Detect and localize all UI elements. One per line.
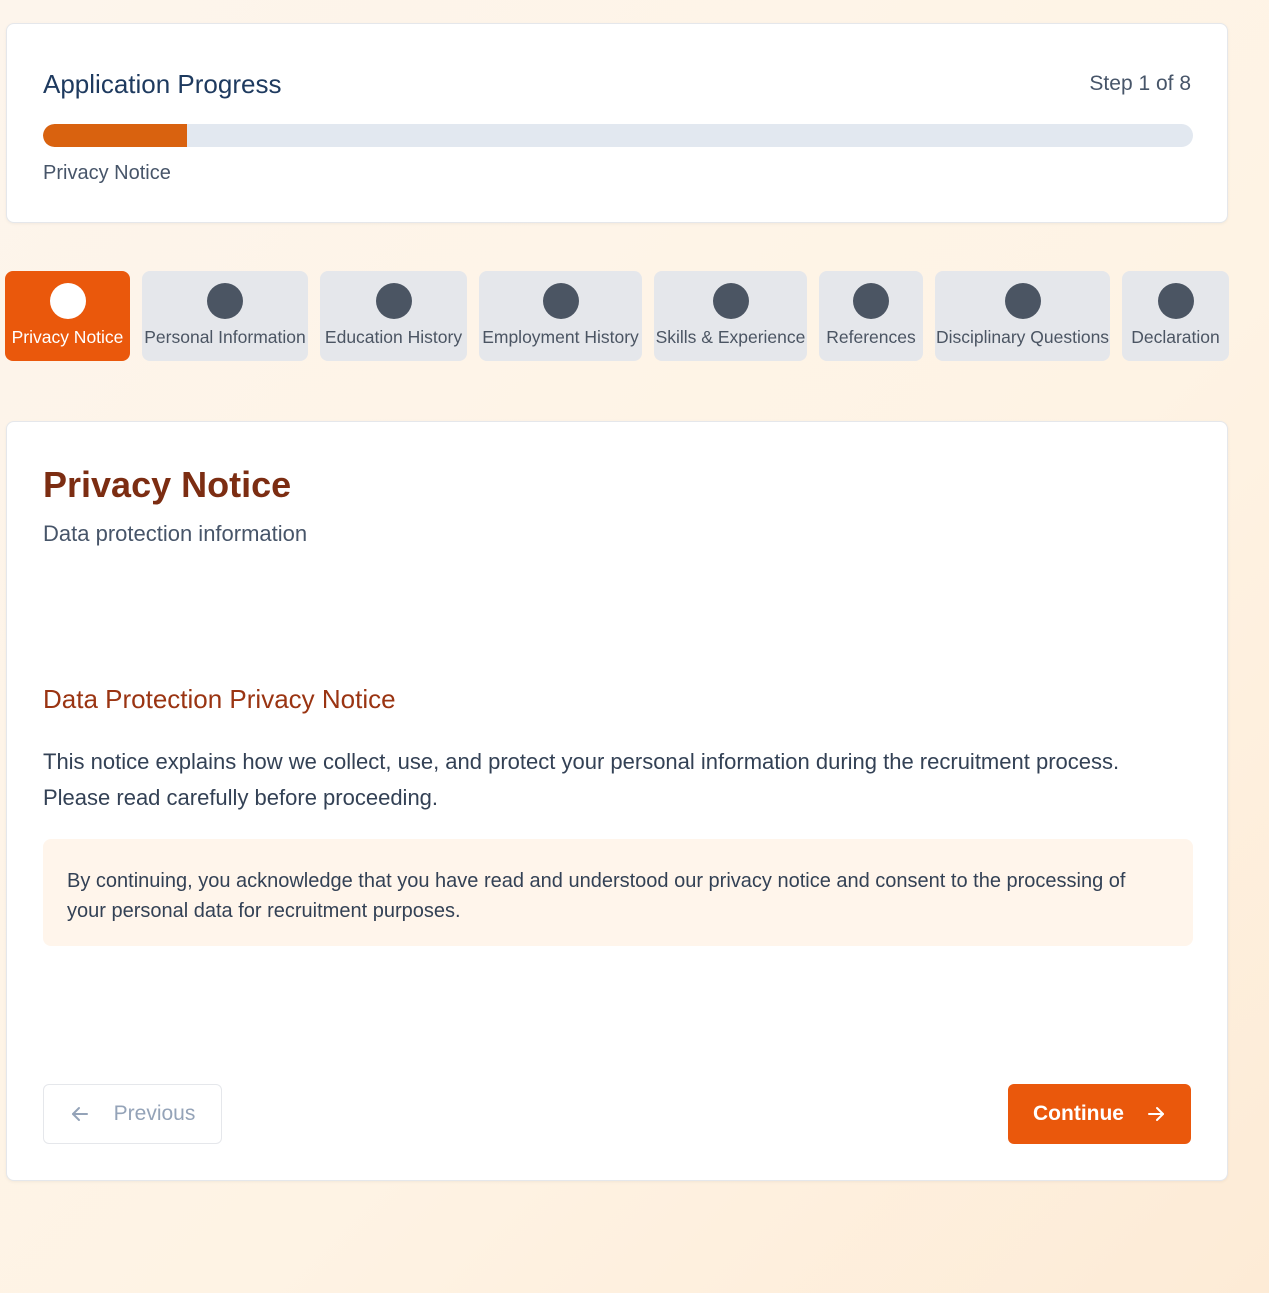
previous-button-label: Previous (113, 1102, 196, 1125)
step-label: Skills & Experience (655, 327, 806, 347)
progress-title: Application Progress (43, 69, 282, 99)
arrow-left-icon (70, 1104, 90, 1124)
step-label: Declaration (1131, 327, 1220, 347)
step-counter: Step 1 of 8 (1089, 72, 1191, 95)
step-indicator-icon (49, 283, 86, 319)
page-subtitle: Data protection information (43, 521, 308, 546)
step-indicator-icon (1157, 283, 1194, 319)
step-label: References (826, 327, 916, 347)
section-heading: Data Protection Privacy Notice (43, 684, 396, 714)
step-indicator-icon (712, 283, 749, 319)
step-indicator-icon (375, 283, 412, 319)
progress-card: Application Progress Step 1 of 8 Privacy… (6, 23, 1228, 223)
step-label: Education History (324, 327, 463, 347)
step-label: Personal Information (144, 327, 306, 347)
section-body: This notice explains how we collect, use… (43, 749, 1120, 810)
step-indicator-icon (207, 283, 243, 319)
step-tab-personal-information[interactable]: Personal Information (142, 271, 308, 361)
step-tab-privacy-notice[interactable]: Privacy Notice (5, 271, 130, 361)
progress-bar (43, 124, 1193, 147)
step-tab-skills-experience[interactable]: Skills & Experience (654, 271, 807, 361)
step-tab-declaration[interactable]: Declaration (1122, 271, 1229, 361)
step-tab-disciplinary-questions[interactable]: Disciplinary Questions (935, 271, 1110, 361)
current-step-label: Privacy Notice (43, 162, 171, 184)
step-label: Employment History (482, 327, 639, 347)
step-indicator-icon (542, 283, 579, 319)
previous-button[interactable]: Previous (43, 1084, 222, 1144)
content-card: Privacy Notice Data protection informati… (6, 421, 1228, 1181)
step-label: Disciplinary Questions (935, 327, 1110, 347)
continue-button-label: Continue (1033, 1102, 1124, 1125)
step-label: Privacy Notice (11, 327, 124, 347)
step-indicator-icon (853, 283, 889, 319)
step-tab-employment-history[interactable]: Employment History (479, 271, 642, 361)
step-tab-education-history[interactable]: Education History (320, 271, 467, 361)
arrow-right-icon (1146, 1104, 1166, 1124)
step-indicator-icon (1004, 283, 1041, 319)
step-tab-references[interactable]: References (819, 271, 923, 361)
acknowledgement-notice: By continuing, you acknowledge that you … (43, 839, 1193, 946)
page-title: Privacy Notice (43, 464, 292, 505)
continue-button[interactable]: Continue (1008, 1084, 1191, 1144)
progress-bar-fill (43, 124, 187, 147)
